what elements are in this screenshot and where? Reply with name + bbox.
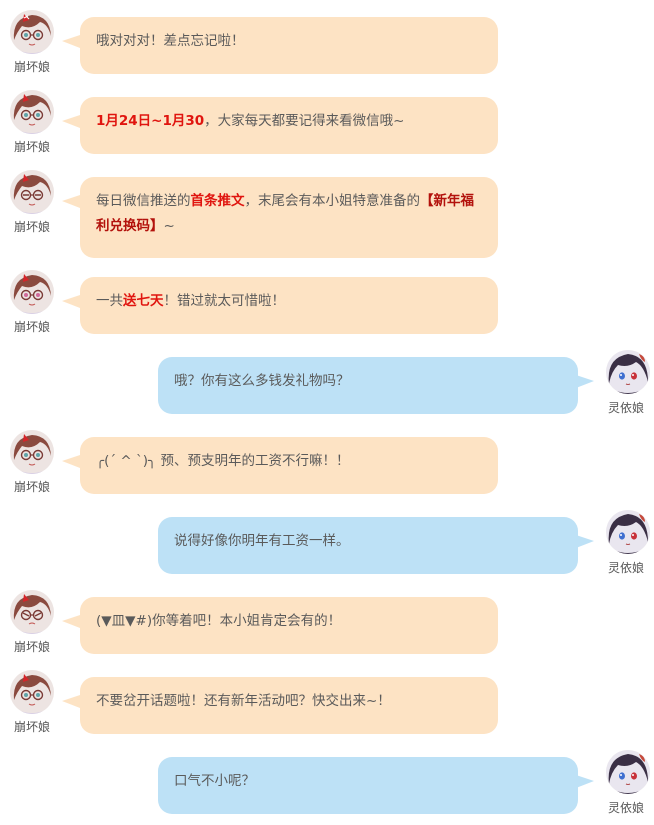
avatar-lingyi-niang[interactable] (606, 510, 650, 554)
message-text: ！错过就太可惜啦！ (163, 293, 286, 309)
sender-name: 崩坏娘 (13, 220, 50, 234)
chat-message: 崩坏娘 哦对对对！差点忘记啦！ (0, 0, 654, 80)
chat-message: 崩坏娘 (▼皿▼#)你等着吧！本小姐肯定会有的！ (0, 580, 654, 660)
sender-name: 灵依娘 (607, 561, 644, 575)
message-bubble: 1月24日~1月30，大家每天都要记得来看微信哦~ (80, 97, 498, 154)
sender-name: 崩坏娘 (13, 480, 50, 494)
avatar-lingyi-niang[interactable] (606, 750, 650, 794)
bubble-tail (576, 775, 594, 788)
message-bubble: 每日微信推送的首条推文，末尾会有本小姐特意准备的【新年福利兑换码】~ (80, 177, 498, 258)
chat-message: 崩坏娘 每日微信推送的首条推文，末尾会有本小姐特意准备的【新年福利兑换码】~ (0, 160, 654, 265)
sender-name: 灵依娘 (607, 801, 644, 815)
message-text: 说得好像你明年有工资一样。 (174, 533, 350, 549)
message-text: ~ (163, 218, 175, 234)
bubble-tail (576, 375, 594, 388)
chat-message: 崩坏娘 1月24日~1月30，大家每天都要记得来看微信哦~ (0, 80, 654, 160)
bubble-tail (576, 535, 594, 548)
bubble-tail (62, 195, 80, 208)
message-text: 哦对对对！差点忘记啦！ (96, 33, 245, 49)
message-text: 每日微信推送的 (96, 193, 191, 209)
avatar-honkai-niang[interactable] (10, 590, 54, 634)
message-text: (▼皿▼#)你等着吧！本小姐肯定会有的！ (96, 613, 342, 629)
message-bubble: 一共送七天！错过就太可惜啦！ (80, 277, 498, 334)
chat-message: 灵依娘 口气不小呢？ (0, 740, 654, 825)
message-text: ，大家每天都要记得来看微信哦~ (204, 113, 405, 129)
bubble-tail (62, 695, 80, 708)
message-text: 一共 (96, 293, 123, 309)
sender-name: 崩坏娘 (13, 720, 50, 734)
bubble-tail (62, 115, 80, 128)
sender-name: 崩坏娘 (13, 60, 50, 74)
sender-name: 崩坏娘 (13, 140, 50, 154)
avatar-honkai-niang[interactable] (10, 430, 54, 474)
avatar-honkai-niang[interactable] (10, 90, 54, 134)
bubble-tail (62, 455, 80, 468)
chat-message: 崩坏娘 不要岔开话题啦！还有新年活动吧？快交出来~！ (0, 660, 654, 740)
avatar-honkai-niang[interactable] (10, 270, 54, 314)
bubble-tail (62, 615, 80, 628)
chat-conversation: 崩坏娘 哦对对对！差点忘记啦！ 崩坏娘 1月24日~1月30，大家每天都要记得来… (0, 0, 654, 825)
avatar-lingyi-niang[interactable] (606, 350, 650, 394)
sender-name: 崩坏娘 (13, 320, 50, 334)
chat-message: 灵依娘 哦？你有这么多钱发礼物吗？ (0, 340, 654, 420)
highlighted-text: 首条推文 (190, 193, 245, 209)
bubble-tail (62, 295, 80, 308)
message-bubble: ╭(´ ^ `)╮ 预、预支明年的工资不行嘛！！ (80, 437, 498, 494)
message-text: 哦？你有这么多钱发礼物吗？ (174, 373, 350, 389)
message-bubble: 哦对对对！差点忘记啦！ (80, 17, 498, 74)
sender-name: 崩坏娘 (13, 640, 50, 654)
message-bubble: 不要岔开话题啦！还有新年活动吧？快交出来~！ (80, 677, 498, 734)
message-text: 不要岔开话题啦！还有新年活动吧？快交出来~！ (96, 693, 391, 709)
bubble-tail (62, 35, 80, 48)
chat-message: 崩坏娘 一共送七天！错过就太可惜啦！ (0, 260, 654, 340)
message-text: 口气不小呢？ (174, 773, 255, 789)
avatar-honkai-niang[interactable] (10, 670, 54, 714)
message-text: ，末尾会有本小姐特意准备的 (244, 193, 421, 209)
message-bubble: 口气不小呢？ (158, 757, 578, 814)
sender-name: 灵依娘 (607, 401, 644, 415)
message-bubble: 哦？你有这么多钱发礼物吗？ (158, 357, 578, 414)
message-bubble: 说得好像你明年有工资一样。 (158, 517, 578, 574)
avatar-honkai-niang[interactable] (10, 10, 54, 54)
highlighted-text: 1月24日~1月30 (96, 113, 205, 129)
chat-message: 灵依娘 说得好像你明年有工资一样。 (0, 500, 654, 580)
message-bubble: (▼皿▼#)你等着吧！本小姐肯定会有的！ (80, 597, 498, 654)
highlighted-text: 送七天 (123, 293, 164, 309)
avatar-honkai-niang[interactable] (10, 170, 54, 214)
message-text: ╭(´ ^ `)╮ 预、预支明年的工资不行嘛！！ (96, 453, 350, 469)
chat-message: 崩坏娘 ╭(´ ^ `)╮ 预、预支明年的工资不行嘛！！ (0, 420, 654, 500)
